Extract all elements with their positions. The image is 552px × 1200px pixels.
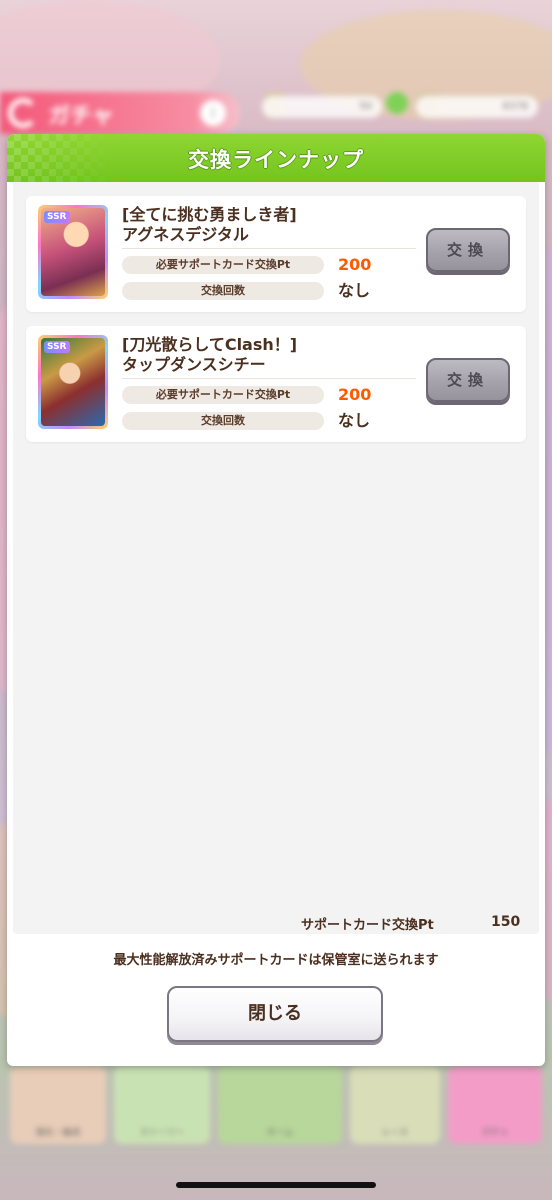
- card-character: アグネスデジタル: [122, 225, 249, 244]
- card-name: [刀光散らしてClash！] タップダンスシチー: [122, 335, 416, 375]
- card-name: [全てに挑む勇ましき者] アグネスデジタル: [122, 205, 416, 245]
- support-card-thumbnail[interactable]: SSR: [38, 205, 108, 299]
- count-label: 交換回数: [122, 412, 324, 430]
- bg-menu-item: ガチャ: [448, 1066, 542, 1144]
- bg-menu-item: 強化・編成: [10, 1066, 106, 1144]
- points-label: サポートカード交換Pt: [301, 918, 434, 933]
- cost-value: 200: [338, 385, 372, 404]
- count-label: 交換回数: [122, 282, 324, 300]
- card-art: SSR: [41, 338, 105, 426]
- bg-gacha-label: ガチャ: [48, 104, 114, 129]
- support-card-thumbnail[interactable]: SSR: [38, 335, 108, 429]
- dialog-title: 交換ラインナップ: [188, 148, 364, 172]
- exchange-button[interactable]: 交換: [426, 228, 510, 272]
- cost-label: 必要サポートカード交換Pt: [122, 256, 324, 274]
- gacha-refresh-icon: [8, 98, 38, 128]
- dialog-header: 交換ラインナップ: [7, 134, 545, 182]
- exchange-lineup-dialog: 交換ラインナップ SSR [全てに挑む勇ましき者] アグネスデジタル 必要サポー…: [7, 134, 545, 1066]
- points-value: 150: [491, 914, 521, 930]
- divider: [122, 378, 416, 379]
- ssr-badge: SSR: [44, 211, 70, 223]
- bg-menu-item: ストーリー: [114, 1066, 210, 1144]
- bg-currency-1: 50: [262, 96, 382, 118]
- exchange-list[interactable]: SSR [全てに挑む勇ましき者] アグネスデジタル 必要サポートカード交換Pt …: [13, 182, 539, 934]
- bg-menu-item: レース: [350, 1066, 440, 1144]
- storage-note: 最大性能解放済みサポートカードは保管室に送られます: [113, 953, 439, 968]
- exchange-button[interactable]: 交換: [426, 358, 510, 402]
- card-character: タップダンスシチー: [122, 355, 266, 374]
- bg-menu-item: ホーム: [218, 1066, 342, 1144]
- cost-value: 200: [338, 255, 372, 274]
- bg-bottom-menu: 強化・編成 ストーリー ホーム レース ガチャ: [10, 1066, 542, 1144]
- add-currency-icon: [386, 92, 408, 114]
- count-value: なし: [338, 411, 371, 430]
- exchange-item: SSR [全てに挑む勇ましき者] アグネスデジタル 必要サポートカード交換Pt …: [26, 196, 526, 312]
- home-indicator[interactable]: [176, 1182, 376, 1188]
- ssr-badge: SSR: [44, 341, 70, 353]
- cost-label: 必要サポートカード交換Pt: [122, 386, 324, 404]
- bg-currency-2: 8378: [416, 96, 538, 118]
- close-button[interactable]: 閉じる: [167, 986, 383, 1042]
- count-value: なし: [338, 281, 371, 300]
- info-icon: i: [200, 100, 226, 126]
- exchange-item: SSR [刀光散らしてClash！] タップダンスシチー 必要サポートカード交換…: [26, 326, 526, 442]
- card-title: [全てに挑む勇ましき者]: [122, 205, 297, 224]
- card-art: SSR: [41, 208, 105, 296]
- divider: [122, 248, 416, 249]
- card-title: [刀光散らしてClash！]: [122, 335, 298, 354]
